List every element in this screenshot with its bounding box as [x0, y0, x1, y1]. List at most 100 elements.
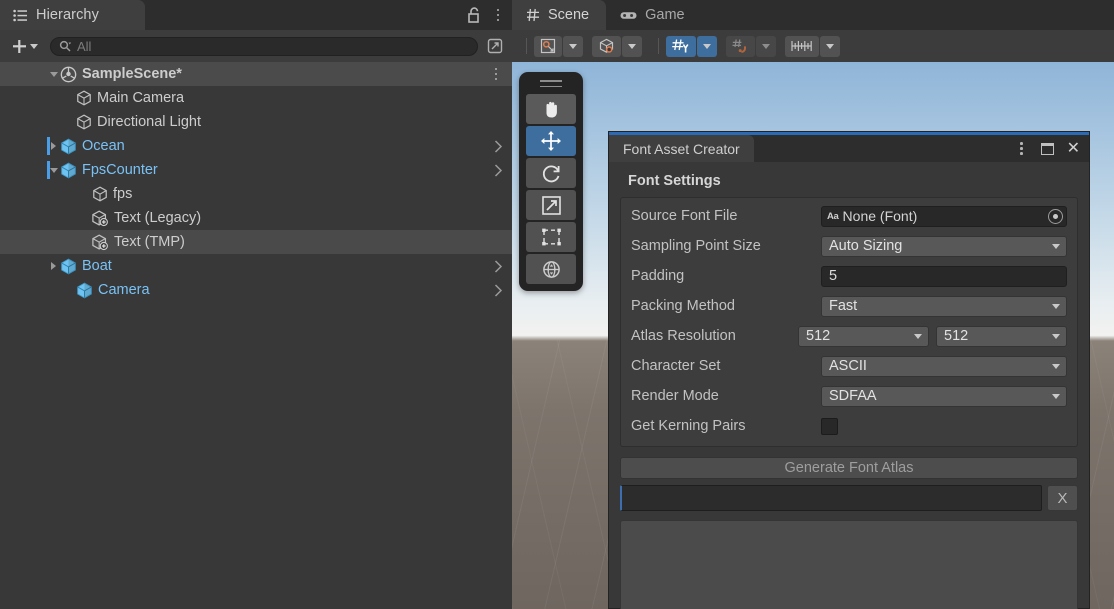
scale-icon — [541, 195, 562, 216]
rotate-tool-button[interactable] — [526, 158, 576, 188]
generation-progress-bar — [620, 485, 1042, 511]
chevron-right-icon[interactable] — [494, 134, 503, 158]
source-font-file-value: None (Font) — [843, 208, 918, 224]
hierarchy-item-ocean[interactable]: Ocean — [0, 134, 512, 158]
pivot-center-button[interactable] — [534, 36, 562, 57]
caret-down-icon — [703, 44, 711, 49]
tab-game[interactable]: Game — [606, 0, 702, 30]
clear-button[interactable]: X — [1047, 485, 1078, 511]
hierarchy-item-label: FpsCounter — [82, 162, 158, 178]
transform-tool-button[interactable] — [526, 254, 576, 284]
snap-increment-group — [785, 36, 840, 57]
atlas-height-dropdown[interactable]: 512 — [936, 326, 1067, 347]
tab-game-label: Game — [645, 7, 685, 23]
label-render-mode: Render Mode — [631, 388, 821, 404]
hierarchy-item-main-camera[interactable]: Main Camera — [0, 86, 512, 110]
grid-dropdown-button[interactable] — [697, 36, 717, 57]
get-kerning-pairs-checkbox[interactable] — [821, 418, 838, 435]
source-font-file-objectfield[interactable]: Aa None (Font) — [821, 206, 1067, 227]
twisty-toggle-icon[interactable] — [47, 254, 60, 278]
add-gameobject-button[interactable] — [8, 39, 42, 54]
tab-scene[interactable]: Scene — [512, 0, 606, 30]
padding-input[interactable]: 5 — [821, 266, 1067, 287]
atlas-width-dropdown[interactable]: 512 — [798, 326, 929, 347]
unity-editor-window: Hierarchy — [0, 0, 1114, 609]
character-set-dropdown[interactable]: ASCII — [821, 356, 1067, 377]
window-kebab-menu-icon[interactable] — [1016, 142, 1028, 155]
tab-scene-label: Scene — [548, 7, 589, 23]
object-picker-icon[interactable] — [1048, 209, 1063, 224]
label-packing-method: Packing Method — [631, 298, 821, 314]
prefab-icon — [60, 162, 77, 179]
hierarchy-item-directional-light[interactable]: Directional Light — [0, 110, 512, 134]
chevron-right-icon[interactable] — [494, 254, 503, 278]
font-asset-creator-titlebar: Font Asset Creator ✕ — [609, 135, 1089, 162]
scene-twisty-icon[interactable] — [47, 62, 60, 86]
field-get-kerning-pairs: Get Kerning Pairs — [631, 414, 1067, 438]
tab-hierarchy[interactable]: Hierarchy — [0, 0, 145, 30]
prefab-modified-marker — [47, 137, 50, 155]
progress-row: X — [620, 485, 1078, 511]
packing-method-dropdown[interactable]: Fast — [821, 296, 1067, 317]
hierarchy-item-boat[interactable]: Boat — [0, 254, 512, 278]
character-set-value: ASCII — [829, 358, 867, 374]
snap-dropdown-button[interactable] — [820, 36, 840, 57]
hierarchy-panel: Hierarchy — [0, 0, 512, 609]
hierarchy-item-camera[interactable]: Camera — [0, 278, 512, 302]
sampling-point-size-value: Auto Sizing — [829, 238, 902, 254]
rect-transform-tool-button[interactable] — [526, 222, 576, 252]
transform-globe-icon — [541, 259, 562, 280]
render-mode-dropdown[interactable]: SDFAA — [821, 386, 1067, 407]
indent-spacer — [0, 98, 63, 99]
label-character-set: Character Set — [631, 358, 821, 374]
prefab-modified-marker — [47, 161, 50, 179]
hierarchy-item-fpscounter[interactable]: FpsCounter — [0, 158, 512, 182]
hierarchy-tabbar: Hierarchy — [0, 0, 512, 30]
twisty-placeholder — [79, 230, 92, 254]
atlas-height-value: 512 — [944, 328, 968, 344]
label-atlas-resolution: Atlas Resolution — [631, 328, 798, 344]
grid-axis-y-icon — [672, 38, 690, 55]
search-icon — [59, 40, 72, 53]
hierarchy-item-text-tmp[interactable]: Text (TMP) — [0, 230, 512, 254]
font-asset-creator-tab[interactable]: Font Asset Creator — [609, 135, 754, 162]
hierarchy-scene-row[interactable]: SampleScene* — [0, 62, 512, 86]
scene-row-kebab-icon[interactable] — [490, 62, 502, 86]
hierarchy-kebab-menu-icon[interactable] — [492, 9, 504, 22]
close-x-icon[interactable]: ✕ — [1067, 141, 1080, 157]
label-get-kerning-pairs: Get Kerning Pairs — [631, 418, 821, 434]
hand-tool-button[interactable] — [526, 94, 576, 124]
search-input[interactable]: All — [50, 37, 478, 56]
hierarchy-item-text-legacy[interactable]: Text (Legacy) — [0, 206, 512, 230]
chevron-right-icon[interactable] — [494, 278, 503, 302]
snapping-dropdown-button[interactable] — [756, 36, 776, 57]
pivot-group — [534, 36, 583, 57]
grid-visibility-button[interactable] — [666, 36, 696, 57]
scene-tools-palette — [519, 72, 583, 291]
sampling-point-size-dropdown[interactable]: Auto Sizing — [821, 236, 1067, 257]
hierarchy-toolbar: All — [0, 30, 512, 62]
maximize-icon[interactable] — [1041, 143, 1054, 155]
caret-down-icon — [569, 44, 577, 49]
hierarchy-item-fps[interactable]: fps — [0, 182, 512, 206]
generate-font-atlas-label: Generate Font Atlas — [785, 460, 914, 476]
padlock-open-icon[interactable] — [467, 7, 481, 23]
chevron-down-icon — [914, 334, 922, 339]
scale-tool-button[interactable] — [526, 190, 576, 220]
list-icon — [13, 9, 28, 22]
pivot-dropdown-button[interactable] — [563, 36, 583, 57]
handle-space-button[interactable] — [592, 36, 621, 57]
snap-increment-button[interactable] — [785, 36, 819, 57]
window-controls: ✕ — [1016, 135, 1080, 162]
chevron-right-icon[interactable] — [494, 158, 503, 182]
move-tool-button[interactable] — [526, 126, 576, 156]
generate-font-atlas-button[interactable]: Generate Font Atlas — [620, 457, 1078, 479]
expand-window-icon[interactable] — [487, 38, 504, 55]
prefab-icon — [60, 258, 77, 275]
rect-transform-icon — [541, 227, 562, 247]
handle-dropdown-button[interactable] — [622, 36, 642, 57]
palette-drag-handle[interactable] — [540, 80, 562, 87]
font-aa-icon: Aa — [827, 211, 839, 222]
field-sampling-point-size: Sampling Point Size Auto Sizing — [631, 234, 1067, 258]
grid-snapping-button[interactable] — [726, 36, 755, 57]
